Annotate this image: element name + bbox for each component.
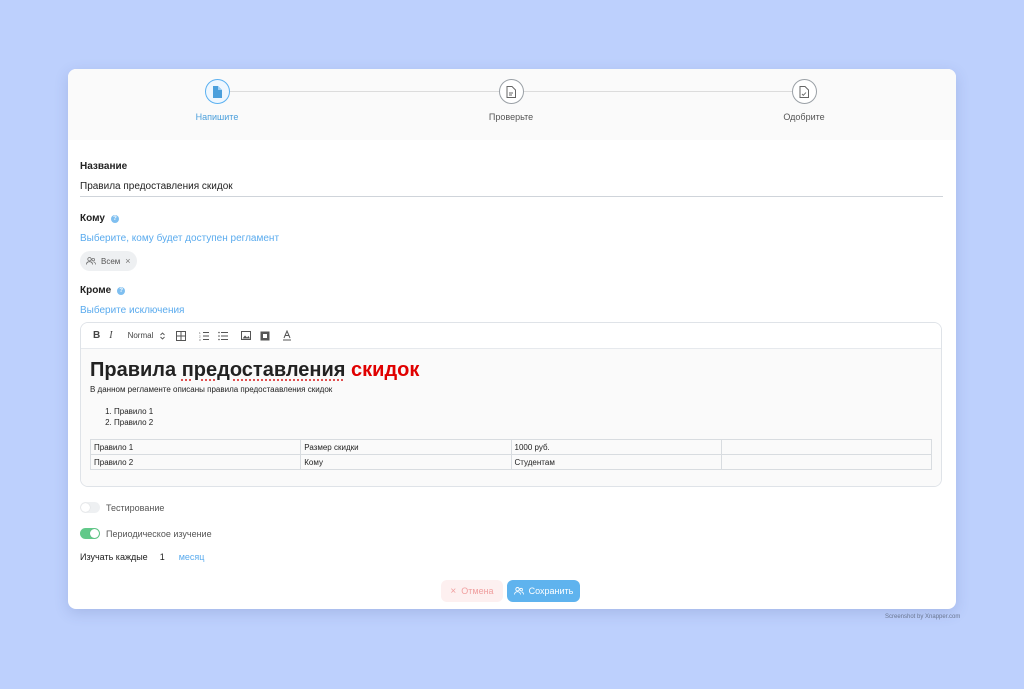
regulation-form: Название Правила предоставления скидок К…	[80, 161, 943, 316]
users-icon	[86, 257, 96, 265]
editor-toolbar: B I Normal 123	[81, 323, 941, 349]
close-icon: ×	[450, 585, 457, 597]
testing-option: Тестирование	[80, 502, 164, 513]
step-review[interactable]: Проверьте	[451, 79, 571, 122]
text-color-button[interactable]	[282, 330, 292, 341]
table-cell: 1000 руб.	[510, 439, 722, 455]
step-label: Напишите	[195, 112, 239, 122]
table-icon	[176, 330, 187, 341]
toggle-knob	[81, 503, 90, 512]
study-frequency: Изучать каждые 1 месяц	[80, 552, 204, 562]
study-every-label: Изучать каждые	[80, 552, 148, 562]
text-color-icon	[283, 330, 292, 341]
ordered-list-icon: 123	[199, 331, 210, 341]
periodic-option: Периодическое изучение	[80, 528, 212, 539]
video-button[interactable]	[260, 331, 270, 341]
document-lines-icon	[498, 79, 524, 104]
document-icon	[204, 79, 230, 104]
save-label: Сохранить	[528, 586, 574, 596]
table-cell	[720, 439, 933, 455]
italic-button[interactable]: I	[109, 330, 112, 341]
testing-label: Тестирование	[106, 502, 165, 513]
bold-button[interactable]: B	[93, 330, 100, 341]
toggle-knob	[90, 529, 99, 538]
format-select[interactable]: Normal	[128, 331, 166, 340]
heading-misspelled-word: предоставления	[181, 359, 346, 381]
testing-toggle[interactable]	[80, 502, 100, 513]
document-check-icon	[791, 79, 817, 104]
regulation-editor-card: Напишите Проверьте Одобрите Название Пра…	[68, 69, 956, 609]
close-icon[interactable]: ×	[125, 256, 130, 266]
study-every-input[interactable]: 1	[160, 552, 165, 562]
image-icon	[241, 331, 252, 340]
heading-main-text: Правила предоставления	[90, 359, 346, 381]
heading-red-text: скидок	[351, 359, 420, 381]
svg-text:3: 3	[199, 338, 201, 341]
table-button[interactable]	[176, 330, 187, 341]
save-button[interactable]: Сохранить	[507, 580, 580, 602]
users-icon	[513, 587, 524, 595]
rich-text-editor: B I Normal 123 Правила предоставления ск…	[80, 322, 942, 487]
list-item: Правило 1	[114, 406, 932, 417]
chip-label: Всем	[101, 256, 121, 266]
bullet-list-button[interactable]	[218, 331, 229, 341]
except-label-text: Кроме	[80, 285, 112, 296]
table-cell: Правило 1	[89, 439, 302, 455]
cancel-button[interactable]: × Отмена	[441, 580, 503, 602]
document-heading: Правила предоставления скидок	[90, 359, 932, 381]
name-label: Название	[80, 161, 943, 172]
ordered-list-button[interactable]: 123	[199, 331, 210, 341]
periodic-toggle[interactable]	[80, 528, 100, 539]
help-icon[interactable]: ?	[110, 214, 119, 223]
cancel-label: Отмена	[461, 586, 494, 596]
table-cell: Размер скидки	[300, 439, 512, 455]
chevron-updown-icon	[160, 331, 166, 340]
study-unit-select[interactable]: месяц	[179, 552, 205, 562]
document-description: В данном регламенте описаны правила пред…	[90, 385, 333, 394]
table-row: Правило 2 Кому Студентам	[89, 454, 933, 470]
editor-content[interactable]: Правила предоставления скидок В данном р…	[81, 349, 941, 486]
table-cell	[720, 454, 933, 470]
film-icon	[260, 331, 270, 340]
table-cell: Студентам	[510, 454, 722, 470]
document-list: Правило 1 Правило 2	[90, 406, 932, 428]
table-cell: Кому	[300, 454, 512, 470]
audience-chips: Всем ×	[80, 251, 943, 271]
exceptions-select[interactable]: Выберите исключения	[80, 305, 943, 316]
to-label: Кому ?	[80, 213, 943, 224]
name-input[interactable]: Правила предоставления скидок	[80, 178, 943, 197]
step-label: Одобрите	[783, 112, 825, 122]
help-icon[interactable]: ?	[117, 286, 126, 295]
bullet-list-icon	[218, 331, 229, 340]
watermark: Screenshot by Xnapper.com	[885, 614, 961, 620]
audience-chip-all: Всем ×	[80, 251, 137, 271]
list-item: Правило 2	[114, 417, 932, 428]
step-write[interactable]: Напишите	[157, 79, 277, 122]
except-label: Кроме ?	[80, 285, 943, 296]
table-row: Правило 1 Размер скидки 1000 руб.	[89, 439, 933, 455]
document-table: Правило 1 Размер скидки 1000 руб. Правил…	[89, 439, 933, 470]
image-button[interactable]	[241, 331, 252, 340]
table-cell: Правило 2	[89, 454, 302, 470]
step-approve[interactable]: Одобрите	[744, 79, 864, 122]
to-label-text: Кому	[80, 213, 105, 224]
name-label-text: Название	[80, 161, 128, 172]
audience-select[interactable]: Выберите, кому будет доступен регламент	[80, 233, 943, 244]
format-value: Normal	[127, 331, 154, 340]
step-label: Проверьте	[488, 112, 534, 122]
stepper: Напишите Проверьте Одобрите	[68, 69, 956, 140]
periodic-label: Периодическое изучение	[106, 528, 212, 539]
